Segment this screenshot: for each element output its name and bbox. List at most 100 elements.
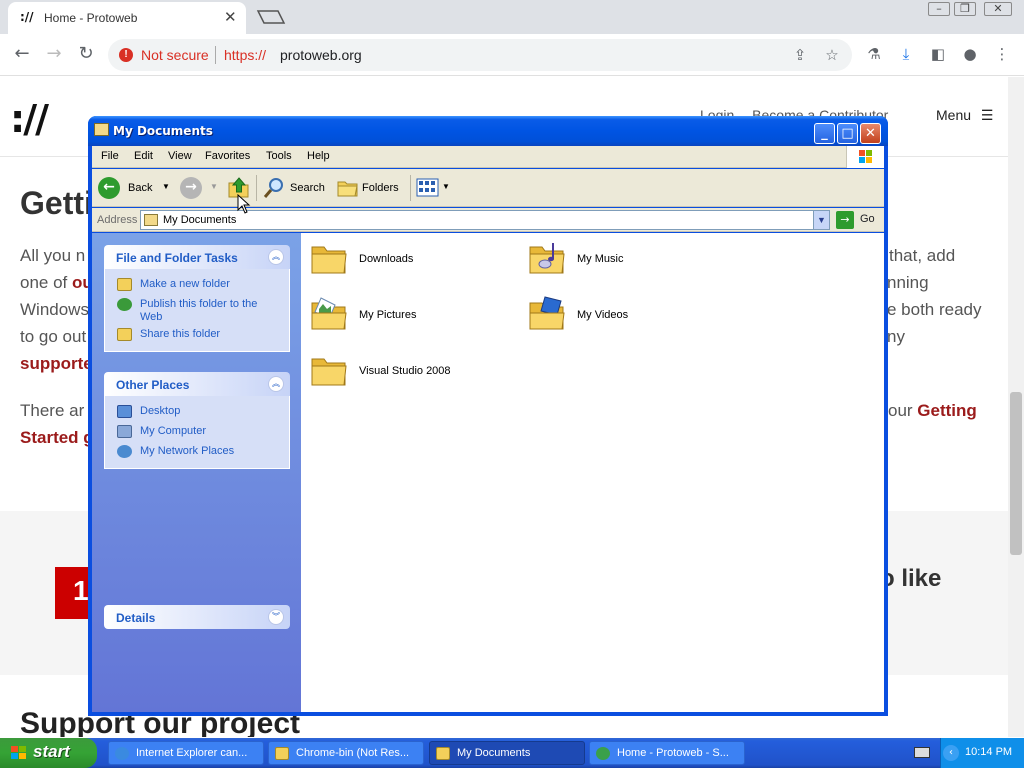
browser-tab[interactable]: :// Home - Protoweb ✕ — [8, 2, 246, 34]
menu-tools[interactable]: Tools — [266, 150, 292, 162]
desktop-icon — [117, 405, 132, 418]
share-icon[interactable]: ⇪ — [790, 45, 810, 65]
explorer-menubar: File Edit View Favorites Tools Help — [92, 146, 884, 168]
back-button[interactable]: ← Back ▼ — [98, 175, 170, 201]
url-host: protoweb.org — [280, 47, 362, 63]
menu-view[interactable]: View — [168, 150, 192, 162]
place-desktop[interactable]: Desktop — [105, 402, 289, 422]
browser-tab-title: Home - Protoweb — [44, 11, 138, 25]
forward-arrow-icon: → — [180, 177, 202, 199]
folder-item[interactable]: My Videos — [527, 295, 727, 343]
tab-close-icon[interactable]: ✕ — [224, 8, 237, 26]
back-arrow-icon[interactable]: ← — [10, 43, 34, 67]
para1-line5-link[interactable]: supporte — [20, 350, 93, 377]
maximize-icon[interactable]: □ — [837, 123, 858, 144]
clock[interactable]: 10:14 PM — [965, 746, 1012, 758]
labs-flask-icon[interactable]: ⚗ — [864, 44, 884, 64]
taskbar-item-label: Home - Protoweb - S... — [617, 747, 729, 759]
my-computer-icon — [117, 425, 132, 438]
para2-line1-text: our — [888, 401, 918, 420]
folder-item[interactable]: My Music — [527, 239, 727, 287]
forward-dropdown-icon[interactable]: ▼ — [210, 182, 218, 191]
site-logo[interactable]: :// — [10, 97, 49, 141]
getting-started-link-2[interactable]: Started g — [20, 424, 94, 451]
profile-avatar-icon[interactable]: ● — [960, 44, 980, 64]
collapse-chevron-icon[interactable]: ︽ — [268, 249, 284, 265]
forward-arrow-icon[interactable]: → — [42, 43, 66, 67]
views-button[interactable]: ▼ — [416, 175, 450, 201]
omnibox-divider — [215, 46, 216, 64]
para1-line3-right: e both ready — [887, 300, 982, 319]
band-text-right: o like — [880, 565, 942, 592]
taskbar-item[interactable]: Home - Protoweb - S... — [589, 741, 745, 765]
search-button[interactable]: Search — [262, 175, 328, 201]
windows-flag-icon — [846, 146, 884, 168]
back-dropdown-icon[interactable]: ▼ — [162, 182, 170, 191]
task-publish-web[interactable]: Publish this folder to the Web — [105, 295, 289, 325]
kebab-menu-icon[interactable]: ⋮ — [992, 44, 1012, 64]
start-button[interactable]: start — [0, 738, 97, 768]
address-value: My Documents — [163, 214, 237, 226]
menu-edit[interactable]: Edit — [134, 150, 153, 162]
scroll-thumb[interactable] — [1010, 392, 1022, 555]
folder-item[interactable]: Downloads — [309, 239, 509, 287]
other-places-header[interactable]: Other Places ︽ — [104, 372, 290, 396]
site-menu-button[interactable]: Menu ☰ — [936, 107, 993, 124]
menu-file[interactable]: File — [101, 150, 119, 162]
page-scrollbar[interactable] — [1008, 77, 1024, 737]
expand-chevron-icon[interactable]: ︾ — [268, 609, 284, 625]
collapse-chevron-icon[interactable]: ︽ — [268, 376, 284, 392]
browser-minimize-icon[interactable]: – — [928, 2, 950, 16]
start-label: start — [33, 742, 70, 761]
minimize-icon[interactable]: _ — [814, 123, 835, 144]
place-network[interactable]: My Network Places — [105, 442, 289, 462]
details-header[interactable]: Details ︾ — [104, 605, 290, 629]
folder-label: Visual Studio 2008 — [359, 365, 451, 377]
para1-line2-right: nning — [887, 273, 929, 292]
download-icon[interactable]: ⤓ — [896, 44, 916, 64]
close-icon[interactable]: ✕ — [860, 123, 881, 144]
file-folder-tasks-title: File and Folder Tasks — [116, 251, 238, 265]
taskbar: start Internet Explorer can... Chrome-bi… — [0, 738, 1024, 768]
taskbar-item-active[interactable]: My Documents — [429, 741, 585, 765]
system-tray: ‹ 10:14 PM — [940, 738, 1024, 768]
taskbar-item[interactable]: Internet Explorer can... — [108, 741, 264, 765]
tray-expand-icon[interactable]: ‹ — [943, 745, 959, 761]
back-label: Back — [128, 182, 153, 194]
search-label: Search — [290, 182, 325, 194]
taskbar-item-label: Chrome-bin (Not Res... — [296, 747, 410, 759]
taskbar-item-label: Internet Explorer can... — [136, 747, 248, 759]
place-my-computer[interactable]: My Computer — [105, 422, 289, 442]
reload-icon[interactable]: ↻ — [74, 43, 98, 67]
browser-close-icon[interactable]: ✕ — [984, 2, 1012, 16]
taskbar-item[interactable]: Chrome-bin (Not Res... — [268, 741, 424, 765]
keyboard-icon[interactable] — [914, 747, 930, 758]
place-my-computer-label: My Computer — [140, 425, 207, 437]
new-tab-icon[interactable] — [256, 9, 286, 25]
forward-button[interactable]: → ▼ — [180, 175, 218, 201]
getting-started-link[interactable]: Getting — [917, 401, 977, 420]
task-make-new-folder-label: Make a new folder — [140, 278, 230, 290]
file-folder-tasks-header[interactable]: File and Folder Tasks ︽ — [104, 245, 290, 269]
internet-explorer-icon — [115, 747, 129, 760]
menu-favorites[interactable]: Favorites — [205, 150, 250, 162]
task-make-new-folder[interactable]: Make a new folder — [105, 275, 289, 295]
place-network-label: My Network Places — [140, 445, 235, 457]
folder-item[interactable]: Visual Studio 2008 — [309, 351, 509, 399]
explorer-titlebar[interactable]: My Documents _ □ ✕ — [88, 116, 888, 146]
address-dropdown-icon[interactable]: ▼ — [813, 211, 829, 229]
task-share-folder-label: Share this folder — [140, 328, 221, 340]
para1-line1-left: All you n — [20, 246, 86, 265]
task-pane: File and Folder Tasks ︽ Make a new folde… — [92, 233, 301, 712]
folders-button[interactable]: Folders — [336, 175, 406, 201]
browser-restore-icon[interactable]: ❐ — [954, 2, 976, 16]
side-panel-icon[interactable]: ◧ — [928, 44, 948, 64]
protoweb-favicon: :// — [20, 10, 34, 24]
address-bar[interactable]: ! Not secure https:// protoweb.org ⇪ ☆ — [108, 39, 852, 71]
bookmark-star-icon[interactable]: ☆ — [822, 45, 842, 65]
publish-globe-icon — [117, 298, 132, 311]
page-heading: Getti — [20, 185, 93, 221]
folder-item[interactable]: My Pictures — [309, 295, 509, 343]
task-share-folder[interactable]: Share this folder — [105, 325, 289, 345]
menu-help[interactable]: Help — [307, 150, 330, 162]
